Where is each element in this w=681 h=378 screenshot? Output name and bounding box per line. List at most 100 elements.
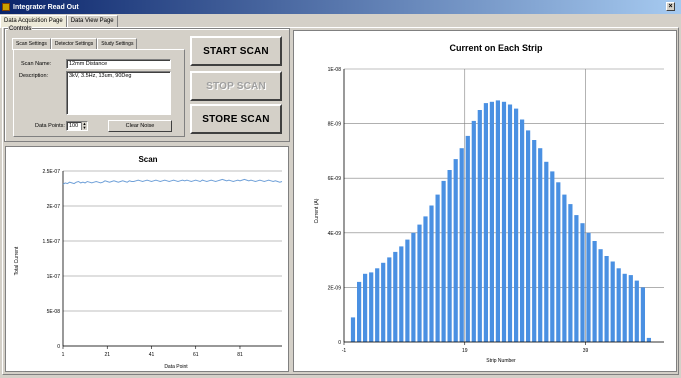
scan-ytick-label: 5E-08 — [47, 309, 61, 315]
strip-bar — [363, 273, 368, 343]
scan-xtick-label: 81 — [237, 352, 243, 358]
start-scan-button[interactable]: START SCAN — [190, 36, 282, 66]
close-button[interactable]: × — [666, 2, 675, 11]
data-points-label: Data Points: — [35, 123, 65, 129]
strip-xtick-label: 19 — [462, 348, 468, 354]
strip-bar — [489, 101, 494, 342]
scan-name-label: Scan Name: — [21, 61, 52, 67]
strip-bar — [429, 205, 434, 342]
strip-bar — [417, 224, 422, 342]
strip-bar — [610, 261, 615, 342]
strip-chart: Current on Each Strip Strip Number Curre… — [314, 43, 664, 364]
strip-bar — [381, 262, 386, 342]
strip-ytick-label: 2E-09 — [328, 285, 342, 291]
strip-chart-panel: Current on Each Strip Strip Number Curre… — [293, 30, 677, 372]
strip-bar — [628, 275, 633, 342]
strip-bar — [459, 148, 464, 342]
scan-ytick-label: 2E-07 — [47, 204, 61, 210]
strip-bar — [580, 223, 585, 342]
data-points-stepper[interactable]: 100 ▲ ▼ — [66, 121, 88, 131]
strip-bar — [646, 337, 651, 342]
strip-bar — [592, 241, 597, 342]
scan-chart-xlabel: Data Point — [164, 364, 188, 370]
strip-xtick-label: -1 — [342, 348, 347, 354]
strip-bar — [507, 104, 513, 342]
strip-bar — [369, 272, 374, 342]
app-window: Integrator Read Out × Data Acquisition P… — [0, 0, 681, 377]
scan-ytick-label: 2.5E-07 — [42, 169, 60, 175]
strip-bar — [375, 268, 380, 342]
strip-bar — [526, 130, 531, 342]
app-icon — [2, 3, 10, 11]
strip-bar — [501, 101, 507, 342]
strip-ytick-label: 4E-09 — [328, 231, 342, 237]
scan-chart-title: Scan — [138, 155, 157, 164]
strip-bar — [574, 215, 579, 342]
strip-bar — [447, 170, 452, 342]
strip-bar — [471, 120, 476, 343]
tab-study-settings[interactable]: Study Settings — [97, 38, 138, 49]
scan-ytick-label: 1.5E-07 — [42, 239, 60, 245]
strip-ytick-label: 8E-09 — [328, 122, 342, 128]
scan-series-line — [62, 178, 283, 185]
strip-bar — [465, 135, 470, 342]
strip-bar — [604, 256, 609, 342]
strip-bar — [616, 268, 621, 342]
strip-bar — [640, 287, 645, 342]
tab-data-view[interactable]: Data View Page — [66, 15, 118, 27]
title-bar[interactable]: Integrator Read Out × — [0, 0, 681, 14]
description-label: Description: — [19, 73, 49, 79]
strip-ytick-label: 0 — [338, 340, 341, 346]
strip-bar — [520, 119, 525, 342]
strip-bar — [568, 204, 573, 342]
strip-bar — [441, 180, 446, 342]
scan-chart: Scan Data Point Total Current 0 5E-08 1E-0… — [14, 155, 283, 370]
strip-chart-title: Current on Each Strip — [449, 43, 543, 53]
strip-bar — [393, 251, 398, 342]
scan-ytick-label: 1E-07 — [47, 274, 61, 280]
strip-bar — [538, 148, 543, 342]
strip-bar — [350, 317, 356, 342]
strip-bar — [622, 273, 627, 343]
clear-noise-button[interactable]: Clear Noise — [108, 120, 172, 132]
scan-name-input[interactable]: 12mm Distance — [66, 59, 171, 69]
strip-bar — [387, 257, 392, 342]
controls-subtabs: Scan Settings Detector Settings Study Se… — [12, 38, 138, 50]
strip-bar — [477, 110, 482, 342]
scan-ytick-label: 0 — [57, 344, 60, 350]
stop-scan-button[interactable]: STOP SCAN — [190, 71, 282, 101]
strip-bar — [550, 171, 555, 342]
store-scan-button[interactable]: STORE SCAN — [190, 104, 282, 134]
strip-bar — [453, 159, 458, 342]
strip-bar — [586, 232, 591, 342]
strip-chart-ylabel: Current (A) — [314, 198, 320, 223]
strip-bar — [357, 281, 362, 342]
scan-xtick-label: 61 — [193, 352, 199, 358]
strip-bar — [495, 100, 500, 343]
scan-chart-ylabel: Total Current — [14, 246, 20, 275]
strip-chart-xlabel: Strip Number — [486, 358, 516, 364]
spin-arrows-icon[interactable]: ▲ ▼ — [81, 122, 87, 130]
scan-xtick-label: 1 — [62, 352, 65, 358]
controls-legend: Controls — [8, 26, 33, 32]
strip-bar — [405, 239, 410, 342]
tab-detector-settings[interactable]: Detector Settings — [50, 38, 98, 49]
scan-xtick-label: 21 — [104, 352, 110, 358]
window-title: Integrator Read Out — [13, 3, 79, 11]
strip-bar — [562, 194, 567, 342]
strip-bar — [556, 182, 561, 342]
strip-bar — [598, 249, 603, 342]
scan-xtick-label: 41 — [149, 352, 155, 358]
description-input[interactable]: 3kV, 3.5Hz, 13um, 90Deg — [66, 71, 171, 115]
data-points-value: 100 — [69, 123, 79, 129]
strip-bar — [532, 140, 537, 342]
scan-chart-panel: Scan Data Point Total Current 0 5E-08 1E-0… — [5, 146, 289, 372]
strip-bar — [399, 246, 404, 342]
strip-bar — [483, 103, 488, 342]
strip-ytick-label: 1E-08 — [328, 67, 342, 73]
strip-bar — [411, 232, 416, 342]
strip-bar — [514, 108, 519, 342]
strip-bar — [435, 194, 440, 342]
strip-bar — [423, 216, 428, 342]
strip-ytick-label: 6E-09 — [328, 176, 342, 182]
